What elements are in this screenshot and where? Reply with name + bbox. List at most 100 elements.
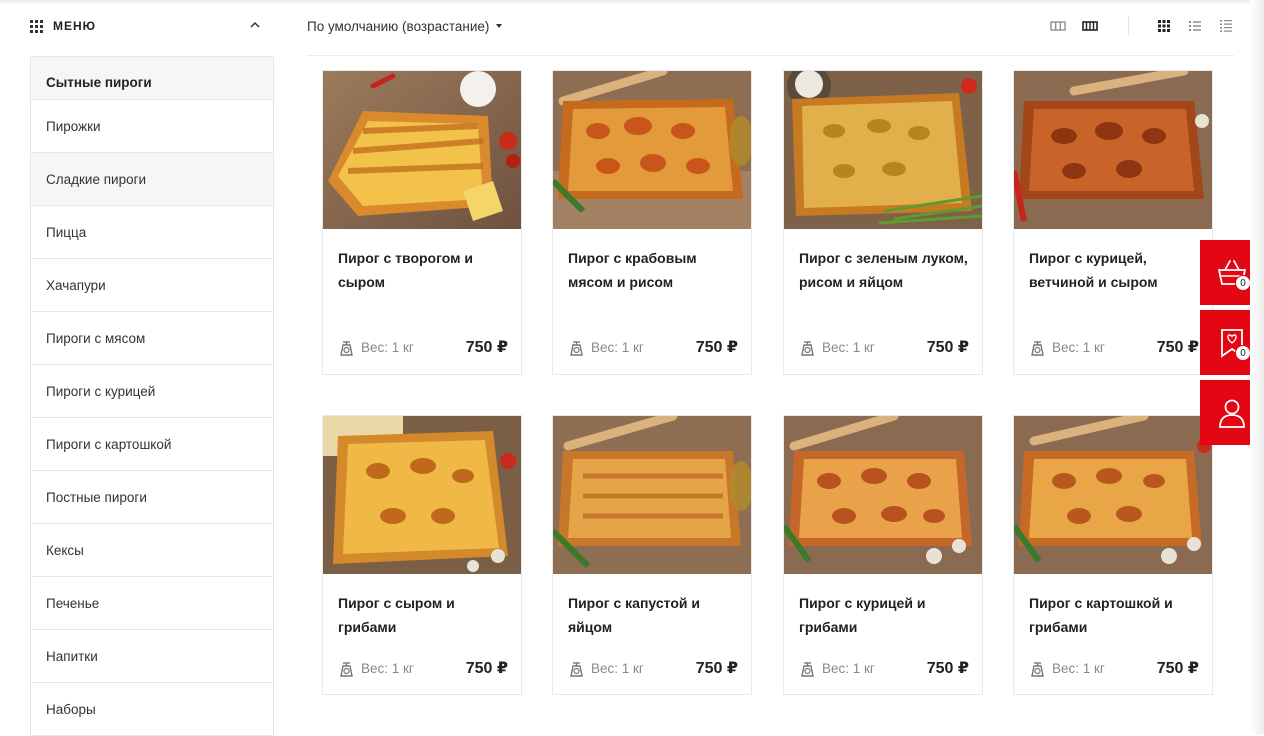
menu-item-label: Пироги с картошкой xyxy=(46,436,172,452)
product-name[interactable]: Пирог с курицей, ветчиной и сыром xyxy=(1029,246,1199,294)
product-meta: Вес: 1 кг 750 ₽ xyxy=(568,658,738,678)
menu-item-cakes[interactable]: Кексы xyxy=(31,524,273,577)
compact-list-icon[interactable] xyxy=(1218,18,1234,34)
menu-item-label: Постные пироги xyxy=(46,489,147,505)
product-image[interactable] xyxy=(553,71,751,229)
product-card[interactable]: Пирог с картошкой и грибами Вес: 1 кг 75… xyxy=(1013,415,1213,695)
product-image[interactable] xyxy=(1014,71,1212,229)
menu-item-sweet-pies[interactable]: Сладкие пироги xyxy=(31,153,273,206)
menu-item-label: Сладкие пироги xyxy=(46,171,147,187)
scale-icon xyxy=(1031,661,1044,677)
menu-item-khachapuri[interactable]: Хачапури xyxy=(31,259,273,312)
menu-item-label: Пирожки xyxy=(46,118,101,134)
category-menu: Сытные пироги Пирожки Сладкие пироги Пиц… xyxy=(30,56,274,736)
grid-3-icon[interactable] xyxy=(1050,18,1066,34)
menu-item-drinks[interactable]: Напитки xyxy=(31,630,273,683)
sort-label: По умолчанию (возрастание) xyxy=(307,18,490,34)
sort-dropdown[interactable]: По умолчанию (возрастание) xyxy=(307,16,503,36)
product-price: 750 ₽ xyxy=(926,660,969,677)
product-meta: Вес: 1 кг 750 ₽ xyxy=(338,337,508,357)
list-icon[interactable] xyxy=(1187,18,1203,34)
product-meta: Вес: 1 кг 750 ₽ xyxy=(799,337,969,357)
product-meta: Вес: 1 кг 750 ₽ xyxy=(1029,658,1199,678)
top-shadow xyxy=(0,0,1264,5)
scale-icon xyxy=(570,661,583,677)
product-image[interactable] xyxy=(323,416,521,574)
product-weight: Вес: 1 кг xyxy=(1052,339,1105,355)
menu-item-label: Сытные пироги xyxy=(46,74,152,90)
product-image[interactable] xyxy=(323,71,521,229)
product-meta: Вес: 1 кг 750 ₽ xyxy=(799,658,969,678)
product-weight: Вес: 1 кг xyxy=(822,339,875,355)
product-card[interactable]: Пирог с курицей, ветчиной и сыром Вес: 1… xyxy=(1013,70,1213,375)
scale-icon xyxy=(1031,340,1044,356)
product-name[interactable]: Пирог с творогом и сыром xyxy=(338,246,508,294)
menu-grid-icon xyxy=(30,19,43,33)
scale-icon xyxy=(340,661,353,677)
grid-4-icon[interactable] xyxy=(1082,18,1098,34)
scale-icon xyxy=(570,340,583,356)
menu-item-lenten-pies[interactable]: Постные пироги xyxy=(31,471,273,524)
product-meta: Вес: 1 кг 750 ₽ xyxy=(568,337,738,357)
product-card[interactable]: Пирог с сыром и грибами Вес: 1 кг 750 ₽ xyxy=(322,415,522,695)
favorites-count-badge: 0 xyxy=(1235,345,1251,361)
menu-item-cookies[interactable]: Печенье xyxy=(31,577,273,630)
product-image[interactable] xyxy=(784,71,982,229)
product-image[interactable] xyxy=(1014,416,1212,574)
menu-item-label: Хачапури xyxy=(46,277,106,293)
product-name[interactable]: Пирог с крабовым мясом и рисом xyxy=(568,246,738,294)
menu-item-meat-pies[interactable]: Пироги с мясом xyxy=(31,312,273,365)
product-card[interactable]: Пирог с творогом и сыром Вес: 1 кг 750 ₽ xyxy=(322,70,522,375)
product-price: 750 ₽ xyxy=(465,339,508,356)
user-icon xyxy=(1219,399,1245,428)
toolbar-divider-line xyxy=(307,55,1234,56)
menu-title: МЕНЮ xyxy=(53,19,97,33)
product-card[interactable]: Пирог с зеленым луком, рисом и яйцом Вес… xyxy=(783,70,983,375)
product-image[interactable] xyxy=(784,416,982,574)
menu-item-label: Кексы xyxy=(46,542,84,558)
product-weight: Вес: 1 кг xyxy=(822,660,875,676)
menu-item-label: Наборы xyxy=(46,701,96,717)
product-weight: Вес: 1 кг xyxy=(361,339,414,355)
product-card[interactable]: Пирог с крабовым мясом и рисом Вес: 1 кг… xyxy=(552,70,752,375)
tiles-icon[interactable] xyxy=(1156,18,1172,34)
product-price: 750 ₽ xyxy=(1156,339,1199,356)
product-weight: Вес: 1 кг xyxy=(591,660,644,676)
product-price: 750 ₽ xyxy=(695,339,738,356)
menu-item-label: Пироги с курицей xyxy=(46,383,156,399)
product-price: 750 ₽ xyxy=(695,660,738,677)
menu-item-label: Печенье xyxy=(46,595,100,611)
scale-icon xyxy=(340,340,353,356)
menu-item-label: Пироги с мясом xyxy=(46,330,146,346)
product-price: 750 ₽ xyxy=(1156,660,1199,677)
menu-item-pizza[interactable]: Пицца xyxy=(31,206,273,259)
menu-item-pirozhki[interactable]: Пирожки xyxy=(31,100,273,153)
product-weight: Вес: 1 кг xyxy=(361,660,414,676)
chevron-up-icon[interactable] xyxy=(248,18,262,32)
menu-item-sets[interactable]: Наборы xyxy=(31,683,273,736)
menu-item-savory-pies[interactable]: Сытные пироги xyxy=(31,57,273,100)
product-weight: Вес: 1 кг xyxy=(1052,660,1105,676)
product-price: 750 ₽ xyxy=(465,660,508,677)
caret-down-icon xyxy=(496,24,503,28)
product-price: 750 ₽ xyxy=(926,339,969,356)
scale-icon xyxy=(801,340,814,356)
cart-count-badge: 0 xyxy=(1235,275,1251,291)
product-card[interactable]: Пирог с курицей и грибами Вес: 1 кг 750 … xyxy=(783,415,983,695)
menu-item-chicken-pies[interactable]: Пироги с курицей xyxy=(31,365,273,418)
toolbar-divider xyxy=(1128,16,1129,36)
product-meta: Вес: 1 кг 750 ₽ xyxy=(338,658,508,678)
menu-item-label: Пицца xyxy=(46,224,87,240)
product-name[interactable]: Пирог с курицей и грибами xyxy=(799,591,969,639)
product-weight: Вес: 1 кг xyxy=(591,339,644,355)
menu-item-potato-pies[interactable]: Пироги с картошкой xyxy=(31,418,273,471)
product-image[interactable] xyxy=(553,416,751,574)
product-meta: Вес: 1 кг 750 ₽ xyxy=(1029,337,1199,357)
product-name[interactable]: Пирог с зеленым луком, рисом и яйцом xyxy=(799,246,969,294)
product-name[interactable]: Пирог с картошкой и грибами xyxy=(1029,591,1199,639)
scroll-edge-shadow xyxy=(1250,0,1264,734)
menu-header[interactable]: МЕНЮ xyxy=(30,12,270,40)
product-card[interactable]: Пирог с капустой и яйцом Вес: 1 кг 750 ₽ xyxy=(552,415,752,695)
product-name[interactable]: Пирог с сыром и грибами xyxy=(338,591,508,639)
product-name[interactable]: Пирог с капустой и яйцом xyxy=(568,591,738,639)
